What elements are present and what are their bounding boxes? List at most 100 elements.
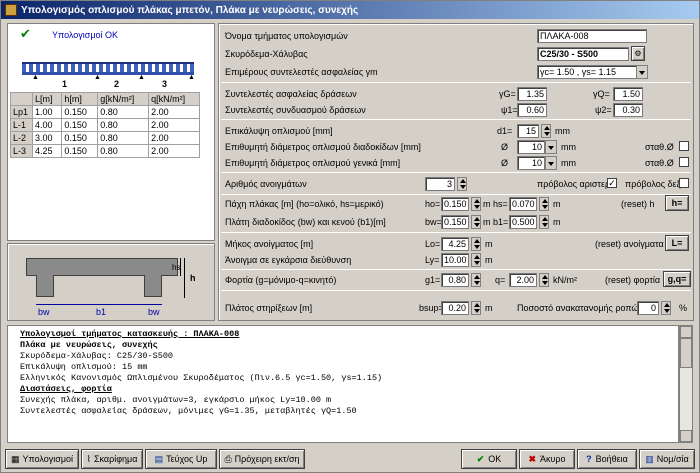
reset-spans-button[interactable]: L= bbox=[665, 235, 689, 251]
psi2-label: ψ2= bbox=[595, 105, 612, 115]
table-cell[interactable]: 0.150 bbox=[61, 131, 99, 145]
span-label-2: 2 bbox=[114, 79, 120, 89]
name-input[interactable]: ΠΛΑΚΑ-008 bbox=[537, 29, 647, 43]
b1-spinner[interactable] bbox=[539, 215, 549, 229]
bw-left-label: bw bbox=[38, 307, 50, 317]
bsup-spinner[interactable] bbox=[471, 301, 481, 315]
bw-right-label: bw bbox=[148, 307, 160, 317]
bw-spinner[interactable] bbox=[471, 215, 481, 229]
calculate-button[interactable]: ▦ Υπολογισμοί bbox=[5, 449, 79, 469]
psi2-input[interactable]: 0.30 bbox=[613, 103, 643, 117]
table-cell[interactable]: 1.00 bbox=[31, 105, 63, 119]
d1-spinner[interactable] bbox=[541, 124, 551, 138]
draft-print-button[interactable]: ⎙ Πρόχειρη εκτ/ση bbox=[219, 449, 305, 469]
divider bbox=[221, 290, 691, 291]
ok-button[interactable]: ✔ OK bbox=[461, 449, 517, 469]
redistribution-input[interactable]: 0 bbox=[637, 301, 659, 315]
scroll-thumb[interactable] bbox=[680, 338, 692, 368]
b1-label: b1 bbox=[96, 307, 107, 317]
gQ-input[interactable]: 1.50 bbox=[613, 87, 643, 101]
table-cell[interactable]: 0.80 bbox=[97, 118, 150, 132]
cant-left-checkbox[interactable]: ✓ bbox=[607, 178, 617, 188]
table-header: L[m] bbox=[31, 92, 63, 106]
table-cell[interactable]: 0.80 bbox=[97, 105, 150, 119]
hs-spinner[interactable] bbox=[539, 197, 549, 211]
load-safety-label: Συντελεστές ασφαλείας δράσεων bbox=[225, 89, 357, 99]
table-cell[interactable]: 4.25 bbox=[31, 144, 63, 158]
reset-h-button[interactable]: h= bbox=[665, 195, 689, 211]
span-label-3: 3 bbox=[162, 79, 168, 89]
q-spinner[interactable] bbox=[539, 273, 549, 287]
reset-loads-button[interactable]: g,q= bbox=[663, 271, 691, 287]
report-scrollbar[interactable] bbox=[679, 325, 693, 443]
status-label: Υπολογισμοί OK bbox=[52, 30, 119, 40]
sketch-button[interactable]: ⌇ Σκαρίφημα bbox=[81, 449, 143, 469]
material-picker-icon[interactable]: ⚙ bbox=[631, 46, 645, 61]
chevron-down-icon[interactable] bbox=[545, 140, 557, 154]
fixed-diam-checkbox[interactable] bbox=[679, 141, 689, 151]
redistribution-label: Ποσοστό ανακατανομής ροπών bbox=[517, 303, 643, 313]
b1-input[interactable]: 0.500 bbox=[509, 215, 537, 229]
Ly-spinner[interactable] bbox=[471, 253, 481, 267]
scroll-down-icon[interactable] bbox=[680, 430, 692, 442]
table-cell[interactable]: 3.00 bbox=[31, 131, 63, 145]
book-up-button[interactable]: ▤ Τεύχος Up bbox=[145, 449, 217, 469]
span-label-1: 1 bbox=[62, 79, 68, 89]
ok-check-icon: ✔ bbox=[476, 453, 485, 464]
cancel-button[interactable]: ✖ Άκυρο bbox=[519, 449, 575, 469]
ho-spinner[interactable] bbox=[471, 197, 481, 211]
phi-icon: Ø bbox=[501, 142, 509, 152]
safety-select[interactable]: γc= 1.50 , γs= 1.15 bbox=[537, 65, 637, 79]
report-line: Συνεχής πλάκα, αριθμ. ανοιγμάτων=3, εγκά… bbox=[20, 395, 332, 405]
material-input[interactable]: C25/30 - S500 bbox=[537, 47, 629, 61]
bsup-input[interactable]: 0.20 bbox=[441, 301, 469, 315]
table-cell[interactable]: 0.80 bbox=[97, 131, 150, 145]
d1-input[interactable]: 15 bbox=[517, 124, 539, 138]
table-cell[interactable]: 0.150 bbox=[61, 144, 99, 158]
redistribution-spinner[interactable] bbox=[661, 301, 671, 315]
reset-h-label: (reset) h bbox=[621, 199, 655, 209]
table-cell[interactable]: 0.150 bbox=[61, 118, 99, 132]
table-header bbox=[10, 92, 33, 106]
g1-input[interactable]: 0.80 bbox=[441, 273, 469, 287]
q-input[interactable]: 2.00 bbox=[509, 273, 537, 287]
material-label: Σκυρόδεμα-Χάλυβας bbox=[225, 49, 308, 59]
bw-input[interactable]: 0.150 bbox=[441, 215, 469, 229]
hs-label: hs bbox=[172, 263, 181, 272]
table-cell[interactable]: 2.00 bbox=[148, 144, 200, 158]
scroll-up-icon[interactable] bbox=[680, 326, 692, 338]
Lo-unit: m bbox=[485, 239, 493, 249]
table-cell[interactable]: 2.00 bbox=[148, 118, 200, 132]
report-line: Ελληνικός Κανονισμός Ωπλισμένου Σκυροδέμ… bbox=[20, 373, 383, 383]
dist-diam-select[interactable]: 10 bbox=[517, 140, 545, 154]
psi1-label: ψ1= bbox=[501, 105, 518, 115]
units-button[interactable]: ▥ Νομ/σία bbox=[639, 449, 695, 469]
Lo-spinner[interactable] bbox=[471, 237, 481, 251]
table-cell[interactable]: 4.00 bbox=[31, 118, 63, 132]
sketch-label: Σκαρίφημα bbox=[93, 454, 138, 464]
spans-spinner[interactable] bbox=[457, 177, 467, 191]
cant-right-checkbox[interactable] bbox=[679, 178, 689, 188]
table-header: h[m] bbox=[61, 92, 99, 106]
report-output[interactable]: Υπολογισμοί τμήματος κατασκευής : ΠΛΑΚΑ-… bbox=[7, 325, 679, 443]
Lo-input[interactable]: 4.25 bbox=[441, 237, 469, 251]
divider bbox=[221, 269, 691, 270]
gen-diam-select[interactable]: 10 bbox=[517, 156, 545, 170]
help-button[interactable]: ? Βοήθεια bbox=[577, 449, 637, 469]
table-cell[interactable]: 2.00 bbox=[148, 105, 200, 119]
fixed-gen-diam-checkbox[interactable] bbox=[679, 157, 689, 167]
gG-input[interactable]: 1.35 bbox=[517, 87, 547, 101]
spans-count-input[interactable]: 3 bbox=[425, 177, 455, 191]
bsup-unit: m bbox=[485, 303, 493, 313]
table-cell[interactable]: 2.00 bbox=[148, 131, 200, 145]
table-cell[interactable]: 0.80 bbox=[97, 144, 150, 158]
g1-spinner[interactable] bbox=[471, 273, 481, 287]
table-cell[interactable]: 0.150 bbox=[61, 105, 99, 119]
Ly-input[interactable]: 10.00 bbox=[441, 253, 469, 267]
ho-input[interactable]: 0.150 bbox=[441, 197, 469, 211]
psi1-input[interactable]: 0.60 bbox=[517, 103, 547, 117]
chevron-down-icon[interactable] bbox=[636, 65, 648, 79]
chevron-down-icon[interactable] bbox=[545, 156, 557, 170]
hs-input[interactable]: 0.070 bbox=[509, 197, 537, 211]
h-label: h bbox=[190, 273, 196, 283]
